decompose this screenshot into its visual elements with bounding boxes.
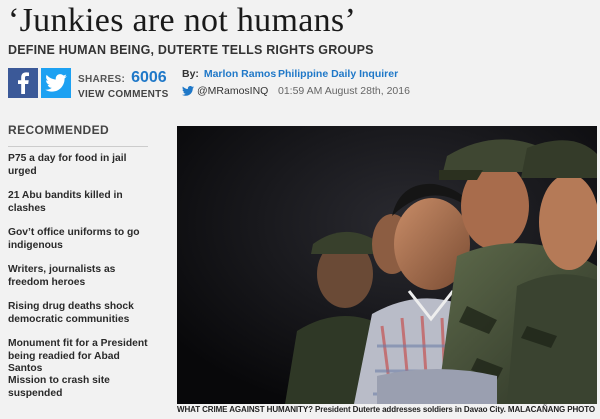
twitter-handle: @MRamosINQ	[197, 85, 269, 97]
byline: By: Marlon Ramos @MRamosINQ	[182, 68, 276, 97]
article-headline: ‘Junkies are not humans’	[8, 2, 357, 39]
social-share-buttons	[8, 68, 71, 98]
view-comments-link[interactable]: VIEW COMMENTS	[78, 89, 169, 100]
article-photo	[177, 126, 597, 404]
author-twitter-link[interactable]: @MRamosINQ	[182, 85, 276, 97]
recommended-item[interactable]: Monument fit for a President being readi…	[8, 332, 148, 374]
photo-caption: WHAT CRIME AGAINST HUMANITY? President D…	[177, 405, 596, 414]
recommended-item[interactable]: Mission to crash site suspended	[8, 369, 148, 406]
by-label: By:	[182, 68, 199, 80]
shares-label: SHARES:	[78, 74, 126, 85]
shares-count: 6006	[131, 69, 167, 86]
recommended-sidebar: RECOMMENDED P75 a day for food in jail u…	[8, 123, 148, 406]
twitter-icon	[45, 74, 67, 92]
recommended-item[interactable]: 21 Abu bandits killed in clashes	[8, 184, 148, 221]
publish-timestamp: 01:59 AM August 28th, 2016	[278, 85, 410, 97]
article-subhead: DEFINE HUMAN BEING, DUTERTE TELLS RIGHTS…	[8, 43, 374, 57]
article-photo-illustration	[177, 126, 597, 404]
author-link[interactable]: Marlon Ramos	[204, 68, 276, 80]
publication-link[interactable]: Philippine Daily Inquirer	[278, 68, 410, 80]
recommended-item[interactable]: Rising drug deaths shock democratic comm…	[8, 295, 148, 332]
twitter-share-button[interactable]	[41, 68, 71, 98]
share-stats: SHARES: 6006 VIEW COMMENTS	[78, 69, 169, 100]
recommended-heading: RECOMMENDED	[8, 123, 148, 147]
publication-info: Philippine Daily Inquirer 01:59 AM Augus…	[278, 68, 410, 97]
recommended-list: P75 a day for food in jail urged 21 Abu …	[8, 147, 148, 406]
facebook-icon	[18, 72, 29, 94]
facebook-share-button[interactable]	[8, 68, 38, 98]
recommended-item[interactable]: Gov’t office uniforms to go indigenous	[8, 221, 148, 258]
recommended-item[interactable]: P75 a day for food in jail urged	[8, 147, 148, 184]
recommended-item[interactable]: Writers, journalists as freedom heroes	[8, 258, 148, 295]
twitter-bird-icon	[182, 86, 194, 96]
